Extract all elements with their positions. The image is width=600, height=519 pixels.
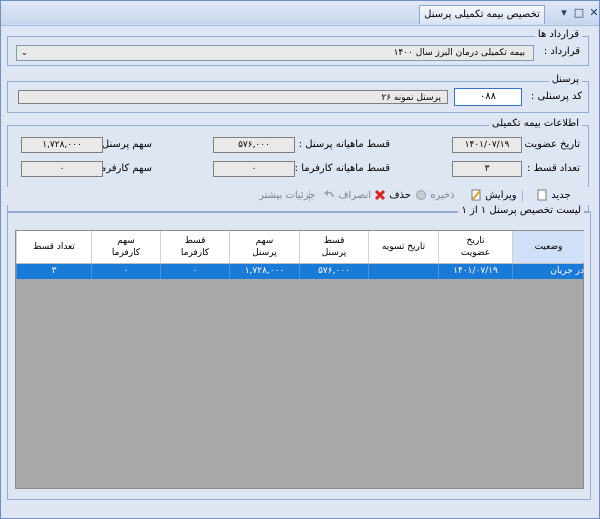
row-installments: ۳: [16, 264, 91, 279]
save-button[interactable]: ذخیره: [412, 189, 455, 203]
installments-label: تعداد قسط :: [526, 163, 580, 174]
row-employer-share: ۰: [91, 264, 160, 279]
membership-date-label: تاریخ عضویت :: [517, 139, 580, 150]
column-status[interactable]: وضعیت: [512, 231, 584, 263]
chevron-down-icon: ⌄: [21, 48, 28, 57]
maximize-icon[interactable]: □: [573, 7, 585, 19]
insurance-info-title: اطلاعات بیمه تکمیلی: [488, 118, 582, 129]
monthly-personnel-field: ۵۷۶,۰۰۰: [213, 137, 295, 153]
edit-label: ویرایش: [485, 190, 517, 201]
undo-icon: [324, 190, 334, 198]
toolbar: جدید ویرایش ذخیره حذف انصراف جزئیات بیشت…: [7, 187, 589, 205]
pencil-icon: [471, 189, 481, 201]
monthly-employer-label: قسط ماهیانه کارفرما :: [294, 163, 390, 174]
toolbar-separator: [522, 190, 523, 202]
row-personnel-installment: ۵۷۶,۰۰۰: [299, 264, 368, 279]
new-label: جدید: [551, 190, 571, 201]
personnel-share-label: سهم پرسنل :: [95, 139, 152, 150]
contracts-group-title: قرارداد ها: [534, 29, 582, 40]
contracts-group: قرارداد ها قرارداد : بیمه تکمیلی درمان ا…: [7, 29, 589, 66]
window-title: تخصیص بیمه تکمیلی پرسنل: [419, 5, 545, 24]
new-document-icon: [537, 189, 547, 201]
delete-button[interactable]: حذف: [371, 189, 411, 203]
column-settlement-date[interactable]: تاریخ تسویه: [368, 231, 438, 263]
title-bar: تخصیص بیمه تکمیلی پرسنل ✕ □ ▾: [1, 1, 599, 26]
personnel-share-field: ۱,۷۲۸,۰۰۰: [21, 137, 103, 153]
personnel-code-label: کد پرسنلی :: [530, 91, 582, 102]
save-label: ذخیره: [430, 190, 455, 201]
allocation-grid[interactable]: وضعیت تاریخ عضویت تاریخ تسویه قسط پرسنل …: [15, 230, 584, 489]
edit-button[interactable]: ویرایش: [467, 189, 517, 203]
monthly-personnel-label: قسط ماهیانه پرسنل :: [298, 139, 390, 150]
contract-value: بیمه تکمیلی درمان البرز سال ۱۴۰۰: [393, 48, 525, 58]
installments-field: ۳: [452, 161, 522, 177]
column-personnel-installment[interactable]: قسط پرسنل: [299, 231, 368, 263]
column-membership-date[interactable]: تاریخ عضویت: [438, 231, 512, 263]
personnel-group-title: پرسنل: [548, 74, 582, 85]
contract-select[interactable]: بیمه تکمیلی درمان البرز سال ۱۴۰۰ ⌄: [16, 45, 534, 61]
monthly-employer-field: ۰: [213, 161, 295, 177]
column-personnel-share[interactable]: سهم پرسنل: [229, 231, 299, 263]
table-row[interactable]: در جریان ۱۴۰۱/۰۷/۱۹ ۵۷۶,۰۰۰ ۱,۷۲۸,۰۰۰ ۰ …: [16, 264, 584, 279]
grid-header: وضعیت تاریخ عضویت تاریخ تسویه قسط پرسنل …: [16, 231, 584, 264]
row-settlement-date: [368, 264, 438, 279]
cancel-button[interactable]: انصراف: [320, 189, 371, 203]
column-installments[interactable]: تعداد قسط: [16, 231, 91, 263]
column-employer-installment[interactable]: قسط کارفرما: [160, 231, 229, 263]
save-icon: [416, 190, 426, 200]
membership-date-field: ۱۴۰۱/۰۷/۱۹: [452, 137, 522, 153]
personnel-code-input[interactable]: ۰۸۸: [454, 88, 522, 106]
close-icon[interactable]: ✕: [588, 7, 600, 19]
row-personnel-share: ۱,۷۲۸,۰۰۰: [229, 264, 299, 279]
personnel-name-field: پرسنل نمونه ۲۶: [18, 90, 448, 104]
row-membership-date: ۱۴۰۱/۰۷/۱۹: [438, 264, 512, 279]
personnel-group: پرسنل کد پرسنلی : ۰۸۸ پرسنل نمونه ۲۶: [7, 74, 589, 113]
column-employer-share[interactable]: سهم کارفرما: [91, 231, 160, 263]
delete-label: حذف: [389, 190, 411, 201]
row-employer-installment: ۰: [160, 264, 229, 279]
dropdown-icon[interactable]: ▾: [558, 7, 570, 19]
delete-icon: [374, 189, 386, 201]
employer-share-field: ۰: [21, 161, 103, 177]
contract-label: قرارداد :: [543, 46, 580, 57]
more-details-button[interactable]: جزئیات بیشتر: [259, 189, 315, 203]
cancel-label: انصراف: [338, 190, 372, 201]
new-button[interactable]: جدید: [533, 189, 571, 203]
row-status: در جریان: [512, 264, 584, 279]
allocation-list-title: لیست تخصیص پرسنل ۱ از ۱: [458, 205, 584, 216]
window: تخصیص بیمه تکمیلی پرسنل ✕ □ ▾ قرارداد ها…: [0, 0, 600, 519]
